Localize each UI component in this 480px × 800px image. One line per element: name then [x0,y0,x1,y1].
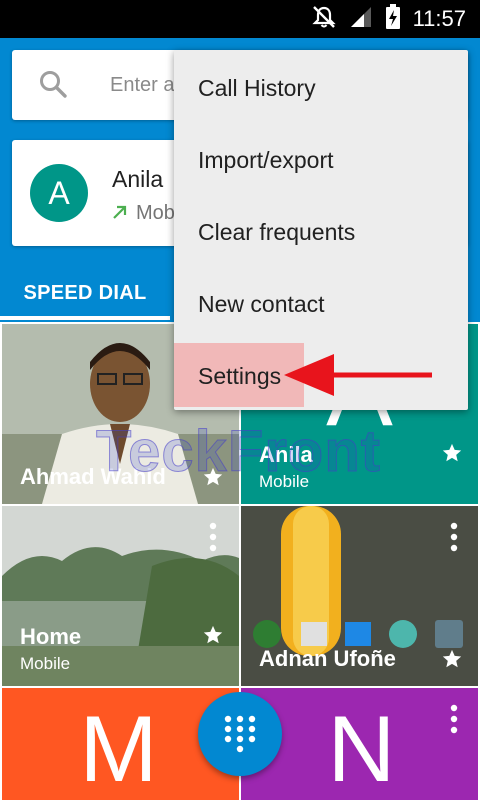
more-options-icon[interactable] [449,704,459,739]
more-options-icon[interactable] [449,522,459,557]
outgoing-call-icon [112,204,128,225]
watermark: TeckFront [95,419,382,485]
tile-name: Adnan Ufoñe [259,646,396,671]
tile-phone-type: Mobile [20,654,71,673]
tab-speed-dial[interactable]: SPEED DIAL [0,264,170,322]
search-icon[interactable] [38,69,68,104]
speed-dial-tile[interactable]: Home Mobile [2,506,239,686]
menu-item-clear-frequents[interactable]: Clear frequents [174,196,468,268]
more-options-icon[interactable] [208,522,218,557]
dialpad-button[interactable] [198,692,282,776]
tab-indicator [0,316,170,320]
speed-dial-tile[interactable]: Adnan Ufoñe [241,506,478,686]
signal-icon [349,5,373,34]
contact-phone-type: Mob [136,202,175,224]
star-icon [202,624,224,651]
avatar: A [30,164,88,222]
status-bar: 11:57 [0,0,480,38]
star-icon [441,442,463,469]
tile-name: Home [20,624,82,649]
dialpad-icon [224,715,256,753]
menu-item-call-history[interactable]: Call History [174,52,468,124]
status-time: 11:57 [412,6,466,31]
notifications-off-icon [311,5,337,34]
annotation-arrow [284,352,436,403]
menu-item-new-contact[interactable]: New contact [174,268,468,340]
star-icon [441,648,463,675]
battery-charging-icon [385,3,401,35]
contact-name: Anila [112,166,164,192]
menu-item-import-export[interactable]: Import/export [174,124,468,196]
